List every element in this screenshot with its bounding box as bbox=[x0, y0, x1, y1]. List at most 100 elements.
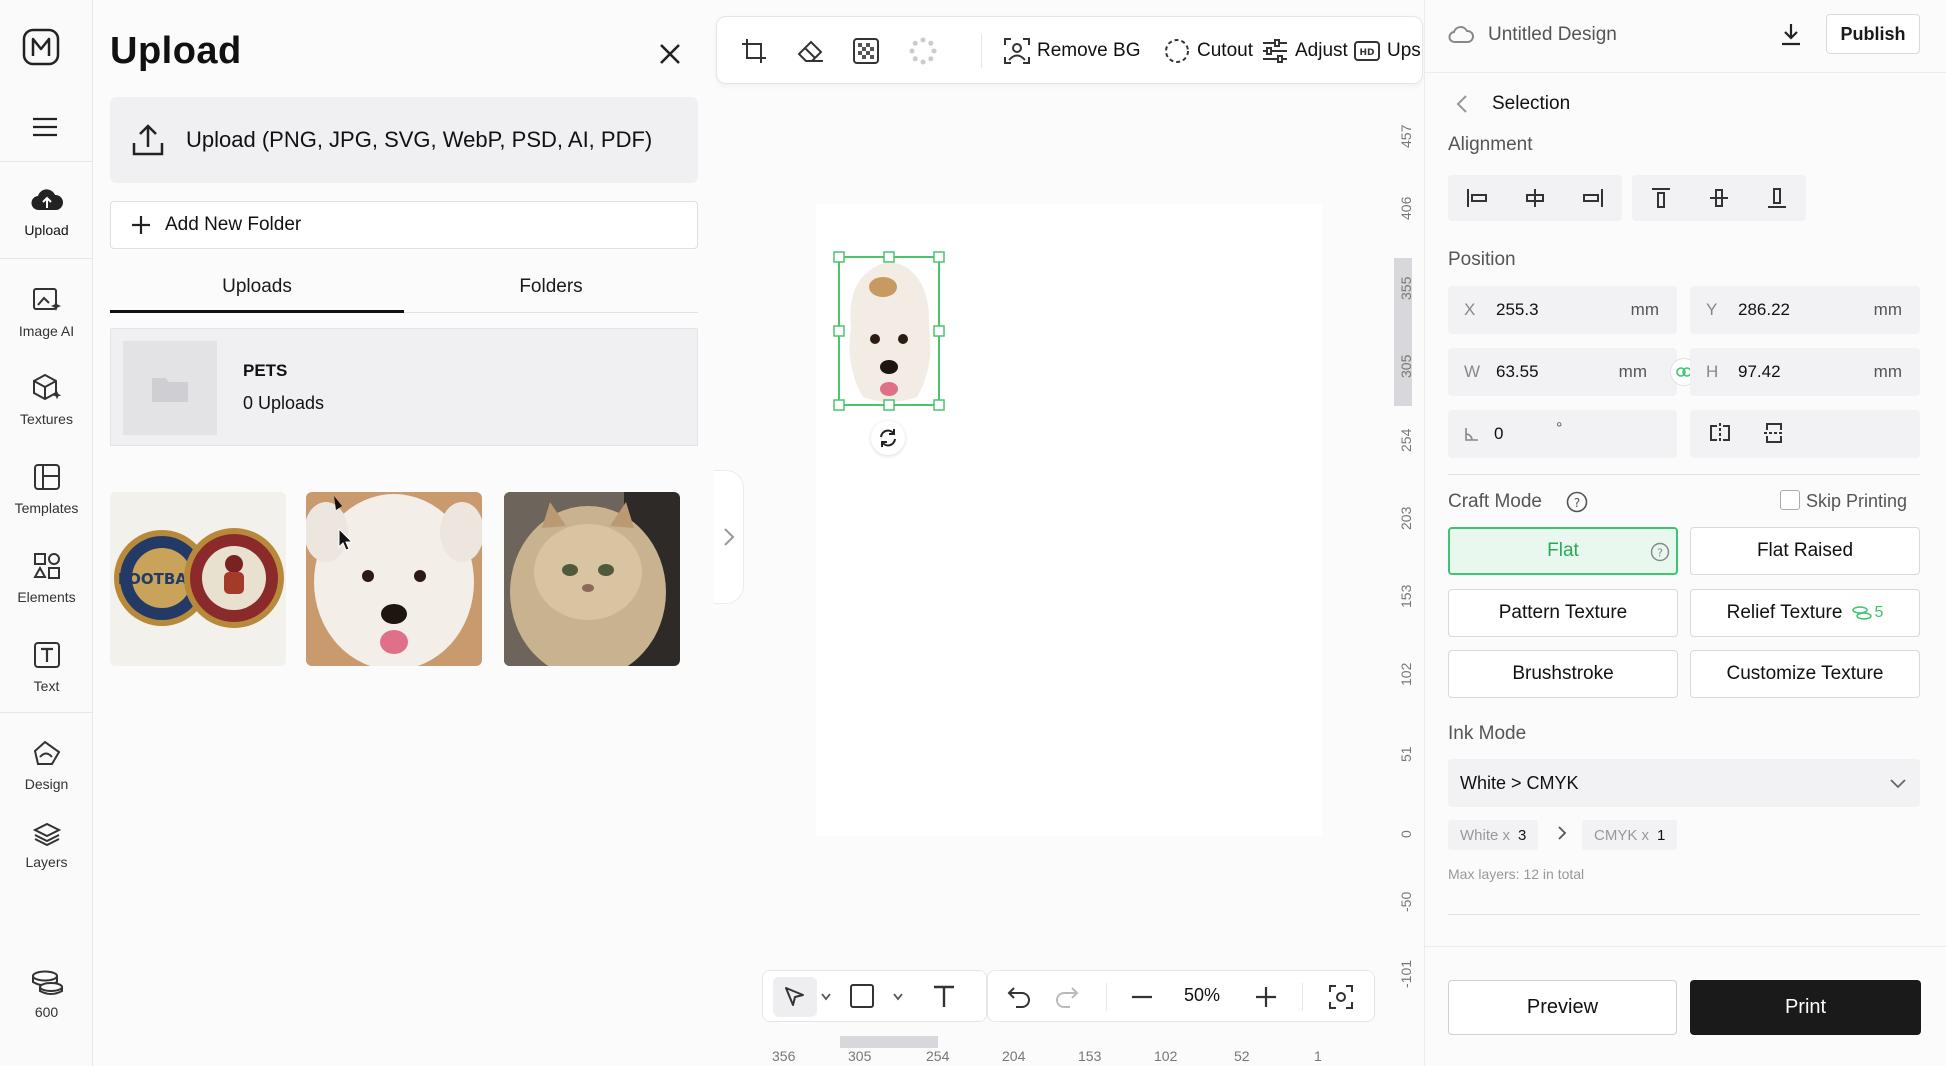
ruler-tick-label: 406 bbox=[1398, 196, 1414, 220]
remove-bg-button[interactable]: Remove BG bbox=[1003, 17, 1140, 83]
cloud-sync-icon bbox=[1448, 24, 1474, 44]
ruler-tick-label: 305 bbox=[848, 1048, 872, 1064]
add-new-folder-button[interactable]: Add New Folder bbox=[110, 201, 698, 249]
eraser-button[interactable] bbox=[797, 17, 825, 83]
redo-button[interactable] bbox=[1054, 984, 1080, 1008]
ruler-tick-label: 254 bbox=[926, 1048, 950, 1064]
craft-help-button[interactable]: ? bbox=[1566, 491, 1588, 513]
upload-thumb-dog[interactable] bbox=[306, 492, 482, 666]
help-icon[interactable]: ? bbox=[1650, 542, 1670, 562]
crop-button[interactable] bbox=[741, 17, 767, 83]
align-bottom-button[interactable] bbox=[1748, 175, 1806, 221]
align-center-h-button[interactable] bbox=[1506, 175, 1564, 221]
back-button[interactable] bbox=[1456, 94, 1468, 114]
craft-flat-button[interactable]: Flat ? bbox=[1448, 527, 1678, 575]
upload-thumb-cat[interactable] bbox=[504, 492, 680, 666]
rail-item-text[interactable]: Text bbox=[0, 640, 93, 694]
ruler-tick-label: 355 bbox=[1398, 276, 1414, 300]
document-title[interactable]: Untitled Design bbox=[1488, 24, 1617, 46]
loading-button[interactable] bbox=[909, 17, 937, 83]
app-logo[interactable] bbox=[22, 28, 60, 66]
rail-item-design[interactable]: Design bbox=[0, 738, 93, 792]
rail-credits[interactable]: 600 bbox=[0, 970, 93, 1020]
chevron-down-icon[interactable] bbox=[893, 993, 903, 1001]
flat-raised-label: Flat Raised bbox=[1756, 540, 1854, 561]
rail-item-templates[interactable]: Templates bbox=[0, 462, 93, 516]
eraser-icon bbox=[797, 40, 823, 62]
undo-button[interactable] bbox=[1006, 984, 1032, 1008]
rotation-value: 0 bbox=[1494, 424, 1504, 443]
chevron-down-icon[interactable] bbox=[821, 993, 831, 1001]
select-tool-button[interactable] bbox=[773, 977, 817, 1017]
preview-button[interactable]: Preview bbox=[1448, 980, 1677, 1035]
cmyk-layers-chip: CMYK x 1 bbox=[1582, 820, 1678, 850]
collapse-panel-button[interactable] bbox=[714, 470, 744, 604]
y-value: 286.22 bbox=[1738, 300, 1790, 319]
align-top-icon bbox=[1652, 188, 1670, 208]
y-label: Y bbox=[1706, 300, 1718, 319]
craft-pattern-texture-button[interactable]: Pattern Texture bbox=[1448, 589, 1678, 637]
rail-label: Upload bbox=[24, 222, 69, 238]
transparency-button[interactable] bbox=[853, 17, 879, 83]
ink-mode-select[interactable]: White > CMYK bbox=[1448, 759, 1920, 807]
hamburger-menu-icon[interactable] bbox=[32, 117, 58, 137]
rail-label: Elements bbox=[17, 589, 76, 605]
craft-flat-raised-button[interactable]: Flat Raised bbox=[1690, 527, 1920, 575]
x-value: 255.3 bbox=[1496, 300, 1539, 319]
craft-customize-texture-button[interactable]: Customize Texture bbox=[1690, 650, 1920, 698]
download-button[interactable] bbox=[1780, 22, 1802, 46]
tab-folders[interactable]: Folders bbox=[404, 270, 698, 314]
h-field[interactable]: H 97.42 mm bbox=[1690, 348, 1920, 396]
zoom-out-button[interactable] bbox=[1130, 985, 1154, 1009]
y-field[interactable]: Y 286.22 mm bbox=[1690, 286, 1920, 334]
text-tool-button[interactable] bbox=[931, 983, 957, 1009]
fit-screen-button[interactable] bbox=[1328, 984, 1354, 1010]
align-middle-icon bbox=[1710, 189, 1728, 207]
rail-item-elements[interactable]: Elements bbox=[0, 551, 93, 605]
upload-thumb-coins[interactable]: FOOTBALL bbox=[110, 492, 286, 666]
rail-item-upload[interactable]: Upload bbox=[0, 186, 93, 238]
align-right-button[interactable] bbox=[1564, 175, 1622, 221]
undo-icon bbox=[1007, 987, 1030, 1008]
ruler-tick-label: 254 bbox=[1398, 428, 1414, 452]
zoom-level[interactable]: 50% bbox=[1172, 985, 1232, 1006]
shape-tool-button[interactable] bbox=[849, 983, 875, 1009]
align-center-icon bbox=[1526, 189, 1544, 207]
relief-texture-label: Relief Texture bbox=[1726, 602, 1843, 623]
ruler-tick-label: -101 bbox=[1398, 959, 1414, 988]
mouse-cursor-icon bbox=[338, 528, 354, 551]
flip-vertical-button[interactable] bbox=[1762, 421, 1786, 445]
align-middle-button[interactable] bbox=[1690, 175, 1748, 221]
skip-printing-checkbox[interactable] bbox=[1780, 490, 1800, 510]
craft-brushstroke-button[interactable]: Brushstroke bbox=[1448, 650, 1678, 698]
templates-icon bbox=[33, 464, 60, 490]
rail-item-image-ai[interactable]: Image AI bbox=[0, 285, 93, 339]
persian-cat-image bbox=[504, 492, 680, 666]
tab-uploads[interactable]: Uploads bbox=[110, 270, 404, 314]
align-top-button[interactable] bbox=[1632, 175, 1690, 221]
print-button[interactable]: Print bbox=[1690, 980, 1921, 1035]
close-panel-button[interactable] bbox=[656, 40, 684, 68]
selection-box[interactable] bbox=[832, 250, 946, 414]
flip-horizontal-button[interactable] bbox=[1708, 421, 1732, 445]
upscale-button[interactable]: HD Ups bbox=[1353, 17, 1421, 83]
zoom-in-button[interactable] bbox=[1254, 985, 1278, 1009]
publish-button[interactable]: Publish bbox=[1826, 14, 1920, 54]
folder-card-pets[interactable]: PETS 0 Uploads bbox=[110, 328, 698, 446]
flip-group bbox=[1690, 410, 1920, 458]
cutout-button[interactable]: Cutout bbox=[1163, 17, 1253, 83]
horizontal-align-group bbox=[1448, 175, 1622, 221]
w-field[interactable]: W 63.55 mm bbox=[1448, 348, 1677, 396]
adjust-button[interactable]: Adjust bbox=[1261, 17, 1348, 83]
rotate-handle[interactable] bbox=[871, 421, 905, 455]
rotation-field[interactable]: 0 ° bbox=[1448, 410, 1677, 458]
align-left-button[interactable] bbox=[1448, 175, 1506, 221]
craft-relief-texture-button[interactable]: Relief Texture 5 bbox=[1690, 589, 1920, 637]
upload-dropzone[interactable]: Upload (PNG, JPG, SVG, WebP, PSD, AI, PD… bbox=[110, 97, 698, 183]
rail-item-textures[interactable]: Textures bbox=[0, 373, 93, 427]
rail-label: Image AI bbox=[18, 323, 75, 339]
rail-item-layers[interactable]: Layers bbox=[0, 822, 93, 870]
x-field[interactable]: X 255.3 mm bbox=[1448, 286, 1677, 334]
ruler-selection-range bbox=[840, 1036, 938, 1048]
credits-count: 600 bbox=[34, 1004, 59, 1020]
